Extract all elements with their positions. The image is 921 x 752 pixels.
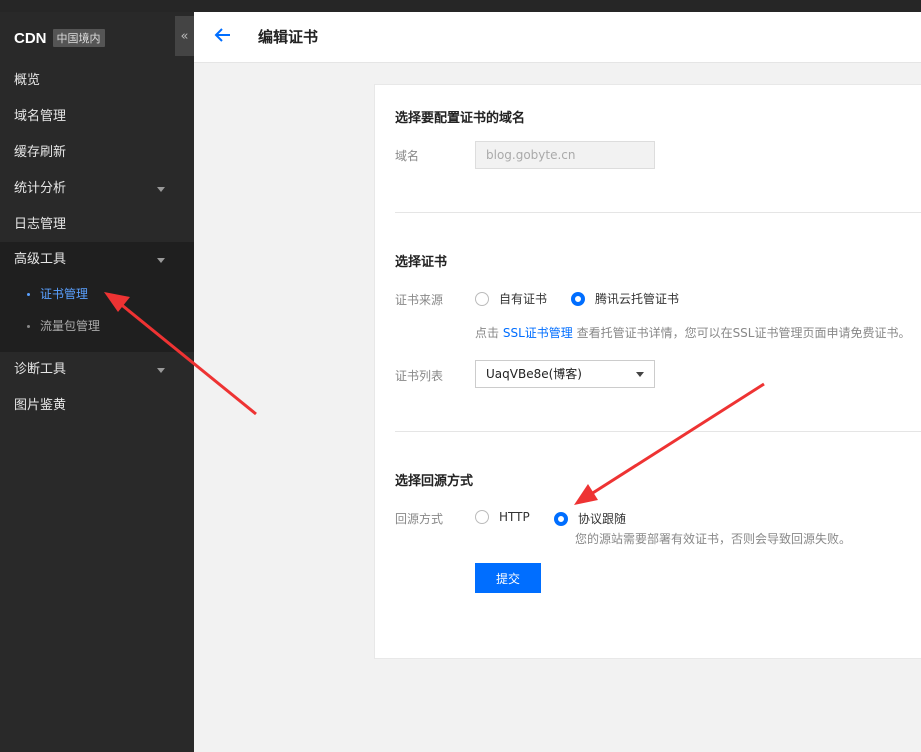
sidebar-item-label: 统计分析 <box>14 181 67 196</box>
bullet-icon <box>27 293 30 296</box>
chevron-down-icon <box>157 187 165 192</box>
submit-button[interactable]: 提交 <box>475 563 541 593</box>
page-title: 编辑证书 <box>258 28 319 46</box>
radio-circle <box>475 291 489 306</box>
sidebar-subitem-label: 证书管理 <box>40 287 89 301</box>
domain-input: blog.gobyte.cn <box>475 141 655 169</box>
radio-circle <box>554 511 568 526</box>
brand: CDN 中国境内 <box>14 29 105 47</box>
section-divider <box>395 212 921 213</box>
sidebar-item-label: 图片鉴黄 <box>14 398 67 413</box>
cert-source-label: 证书来源 <box>395 293 444 307</box>
sidebar-item-diagnostics[interactable]: 诊断工具 <box>0 352 194 388</box>
sidebar-group-advanced-tools: 高级工具 证书管理 流量包管理 <box>0 242 194 352</box>
region-badge: 中国境内 <box>52 29 105 47</box>
edit-cert-form: 选择要配置证书的域名 域名 blog.gobyte.cn 选择证书 证书来源 自… <box>374 84 921 659</box>
origin-section-title: 选择回源方式 <box>395 474 474 489</box>
sidebar-item-label: 概览 <box>14 73 41 88</box>
sidebar-item-statistics[interactable]: 统计分析 <box>0 171 194 207</box>
sidebar-subitem-traffic-package[interactable]: 流量包管理 <box>0 310 194 342</box>
cert-source-hint: 点击 SSL证书管理 查看托管证书详情，您可以在SSL证书管理页面申请免费证书。 <box>475 324 911 341</box>
sidebar-item-label: 日志管理 <box>14 217 67 232</box>
double-chevron-left-icon: « <box>180 28 189 44</box>
radio-tencent-cert[interactable]: 腾讯云托管证书 <box>571 290 679 307</box>
sidebar-item-label: 域名管理 <box>14 109 67 124</box>
hint-prefix: 点击 <box>475 326 503 340</box>
bullet-icon <box>27 325 30 328</box>
sidebar: CDN 中国境内 « 概览 域名管理 缓存刷新 统计分析 日志管理 高级工具 证… <box>0 12 194 752</box>
radio-origin-follow[interactable]: 协议跟随 <box>554 510 626 527</box>
radio-circle <box>475 510 489 524</box>
sidebar-item-label: 诊断工具 <box>14 362 67 377</box>
radio-label: 自有证书 <box>499 292 548 306</box>
sidebar-item-overview[interactable]: 概览 <box>0 63 194 99</box>
chevron-down-icon <box>157 368 165 373</box>
chevron-down-icon <box>636 372 644 377</box>
collapse-sidebar-button[interactable]: « <box>175 16 194 56</box>
ssl-cert-management-link[interactable]: SSL证书管理 <box>503 326 573 340</box>
top-bar <box>0 0 921 12</box>
domain-section-title: 选择要配置证书的域名 <box>395 111 526 126</box>
radio-label: HTTP <box>499 510 530 524</box>
radio-circle <box>571 291 585 306</box>
radio-origin-http[interactable]: HTTP <box>475 510 530 524</box>
radio-own-cert[interactable]: 自有证书 <box>475 290 547 307</box>
sidebar-item-domains[interactable]: 域名管理 <box>0 99 194 135</box>
brand-title: CDN <box>14 29 47 47</box>
chevron-down-icon <box>157 258 165 263</box>
cert-list-label: 证书列表 <box>395 369 444 383</box>
cert-section-title: 选择证书 <box>395 255 448 270</box>
sidebar-subitem-cert-management[interactable]: 证书管理 <box>0 278 194 310</box>
sidebar-item-logs[interactable]: 日志管理 <box>0 207 194 243</box>
sidebar-item-cache-refresh[interactable]: 缓存刷新 <box>0 135 194 171</box>
page-header: 编辑证书 <box>194 12 921 63</box>
radio-label: 腾讯云托管证书 <box>595 292 680 306</box>
sidebar-subitem-label: 流量包管理 <box>40 319 101 333</box>
sidebar-item-advanced-tools[interactable]: 高级工具 <box>0 242 194 278</box>
section-divider <box>395 431 921 432</box>
origin-method-label: 回源方式 <box>395 512 444 526</box>
origin-method-hint: 您的源站需要部署有效证书，否则会导致回源失败。 <box>575 532 852 546</box>
radio-label: 协议跟随 <box>578 512 627 526</box>
arrow-left-icon[interactable] <box>214 26 232 44</box>
domain-label: 域名 <box>395 149 420 163</box>
sidebar-item-label: 缓存刷新 <box>14 145 67 160</box>
hint-suffix: 查看托管证书详情，您可以在SSL证书管理页面申请免费证书。 <box>572 326 911 340</box>
sidebar-item-label: 高级工具 <box>14 252 67 267</box>
cert-list-select[interactable]: UaqVBe8e(博客) <box>475 360 655 388</box>
sidebar-item-image-moderation[interactable]: 图片鉴黄 <box>0 388 194 424</box>
cert-list-value: UaqVBe8e(博客) <box>486 367 582 381</box>
